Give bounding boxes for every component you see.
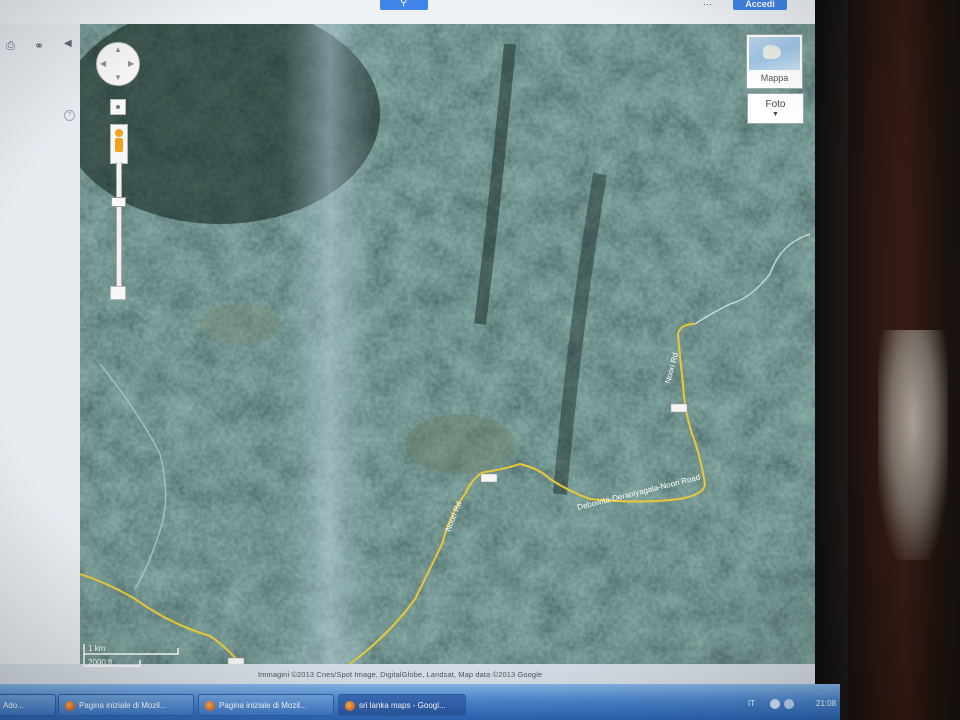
pan-down-icon[interactable]: ▼	[114, 73, 122, 82]
globe-thumbnail-icon	[749, 37, 800, 70]
pan-up-icon[interactable]: ▲	[114, 45, 122, 54]
scale-metric-label: 1 km	[88, 644, 106, 653]
taskbar-item-label: Ado...	[3, 701, 24, 710]
taskbar-item-acrobat[interactable]: Ado...	[0, 694, 56, 716]
clock[interactable]: 21:08	[816, 699, 836, 708]
map-type-map-button[interactable]: Mappa	[746, 34, 803, 89]
firefox-icon	[345, 701, 355, 711]
taskbar-item-firefox-2[interactable]: Pagina iniziale di Mozil...	[198, 694, 334, 716]
firefox-icon	[65, 701, 75, 711]
zoom-slider-handle[interactable]	[111, 197, 126, 207]
link-icon[interactable]: ⚭	[34, 39, 44, 53]
windows-taskbar: Ado... Pagina iniziale di Mozil... Pagin…	[0, 684, 840, 720]
zoom-out-button[interactable]	[110, 286, 126, 300]
map-type-satellite-button[interactable]: Foto ▼	[747, 93, 804, 124]
satellite-map[interactable]: Noori Rd Noori Rd Debowita-Deraniyagala-…	[80, 24, 815, 664]
road-shield	[227, 657, 245, 664]
map-attribution: Immagini ©2013 Cnes/Spot Image, DigitalG…	[258, 670, 543, 679]
room-background	[838, 0, 960, 720]
print-icon[interactable]: ⎙	[6, 40, 15, 53]
map-type-satellite-label: Foto	[765, 99, 786, 110]
left-panel: ⎙ ⚭ ◀ ?	[0, 24, 80, 664]
zoom-in-button[interactable]	[110, 99, 126, 115]
pan-control[interactable]: ▲ ▼ ◀ ▶	[96, 42, 140, 86]
zoom-slider-track[interactable]	[116, 162, 122, 292]
taskbar-item-firefox-1[interactable]: Pagina iniziale di Mozil...	[58, 694, 194, 716]
road-shield	[480, 473, 498, 483]
pan-left-icon[interactable]: ◀	[100, 59, 106, 68]
pan-right-icon[interactable]: ▶	[128, 59, 134, 68]
signin-button[interactable]: Accedi	[733, 0, 787, 10]
top-bar: ⚲ ⋯ Accedi	[0, 0, 815, 24]
browser-screen: ⚲ ⋯ Accedi ⎙ ⚭ ◀ ? Noori Rd Noori Rd Deb…	[0, 0, 815, 720]
map-scale: 1 km 2000 ft	[82, 640, 192, 670]
taskbar-item-label: sri lanka maps - Googl...	[359, 701, 446, 710]
help-icon[interactable]: ?	[64, 110, 75, 121]
search-icon: ⚲	[400, 0, 408, 8]
search-button[interactable]: ⚲	[380, 0, 428, 10]
system-tray: IT 21:08	[742, 694, 838, 716]
taskbar-item-label: Pagina iniziale di Mozil...	[79, 701, 167, 710]
pegman-icon[interactable]	[110, 124, 128, 164]
taskbar-item-label: Pagina iniziale di Mozil...	[219, 701, 307, 710]
language-indicator[interactable]: IT	[748, 699, 755, 708]
satellite-imagery: Noori Rd Noori Rd Debowita-Deraniyagala-…	[80, 24, 815, 664]
volume-icon[interactable]	[784, 699, 794, 709]
apps-grid-icon[interactable]: ⋯	[703, 0, 715, 9]
collapse-panel-icon[interactable]: ◀	[64, 38, 72, 49]
taskbar-item-firefox-maps[interactable]: sri lanka maps - Googl...	[338, 694, 466, 716]
network-icon[interactable]	[770, 699, 780, 709]
map-type-map-label: Mappa	[760, 73, 789, 83]
road-shield	[670, 403, 688, 413]
scale-imperial-label: 2000 ft	[88, 658, 113, 667]
chevron-down-icon: ▼	[772, 111, 779, 118]
firefox-icon	[205, 701, 215, 711]
